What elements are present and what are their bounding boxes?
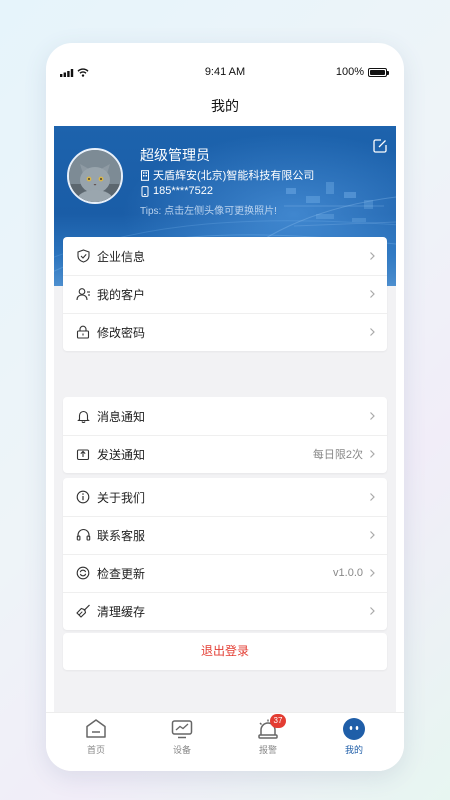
tab-label: 首页	[86, 745, 105, 755]
alarm-count-badge: 37	[270, 714, 286, 728]
menu-contact-support[interactable]: 联系客服	[63, 516, 387, 554]
company-name: 天盾辉安(北京)智能科技有限公司	[153, 170, 315, 182]
menu-label: 清理缓存	[97, 604, 146, 619]
tab-home[interactable]: 首页	[66, 717, 126, 756]
chevron-right-icon	[370, 569, 375, 577]
chevron-right-icon	[370, 412, 375, 420]
user-name: 超级管理员	[140, 147, 210, 163]
tab-profile[interactable]: 我的	[324, 717, 384, 756]
logout-button[interactable]: 退出登录	[63, 633, 387, 670]
page-title: 我的	[211, 98, 239, 114]
mobile-icon	[141, 185, 149, 197]
menu-label: 联系客服	[97, 528, 146, 543]
broom-icon	[75, 603, 91, 619]
home-icon	[84, 717, 108, 741]
profile-icon	[342, 717, 366, 741]
menu-label: 消息通知	[97, 409, 146, 424]
bell-icon	[75, 408, 91, 424]
menu-label: 企业信息	[97, 249, 146, 264]
building-icon	[141, 169, 149, 181]
battery-icon	[368, 67, 389, 77]
tab-alarms[interactable]: 37 报警	[238, 714, 298, 756]
avatar[interactable]	[67, 148, 123, 204]
tab-label: 设备	[172, 745, 191, 755]
logout-card: 退出登录	[63, 633, 387, 670]
send-icon	[75, 446, 91, 462]
menu-label: 检查更新	[97, 566, 146, 581]
device-icon	[170, 717, 194, 741]
notification-menu-card: 消息通知 发送通知 每日限2次	[63, 397, 387, 473]
customers-icon	[75, 286, 91, 302]
tab-label: 报警	[258, 745, 277, 755]
menu-message-notification[interactable]: 消息通知	[63, 397, 387, 435]
tab-devices[interactable]: 设备	[152, 717, 212, 756]
chevron-right-icon	[370, 290, 375, 298]
phone-frame: 9:41 AM 100% 我的 超级管理员 天盾辉安(北京)智能科技有限公司 1…	[46, 43, 404, 771]
battery-percent: 100%	[335, 66, 364, 78]
phone-row: 185****7522	[140, 185, 213, 197]
chevron-right-icon	[370, 493, 375, 501]
battery-group: 100%	[335, 66, 389, 78]
chevron-right-icon	[370, 328, 375, 336]
update-icon	[75, 565, 91, 581]
menu-label: 我的客户	[97, 287, 146, 302]
menu-label: 修改密码	[97, 325, 146, 340]
headset-icon	[75, 527, 91, 543]
bottom-tab-bar: 首页 设备 37 报警 我的	[46, 712, 404, 771]
shield-icon	[75, 248, 91, 264]
company-row: 天盾辉安(北京)智能科技有限公司	[140, 167, 314, 183]
chevron-right-icon	[370, 531, 375, 539]
info-icon	[75, 489, 91, 505]
send-limit-value: 每日限2次	[312, 449, 363, 461]
main-content[interactable]: 超级管理员 天盾辉安(北京)智能科技有限公司 185****7522 Tips:…	[54, 126, 396, 712]
chevron-right-icon	[370, 252, 375, 260]
menu-send-notification[interactable]: 发送通知 每日限2次	[63, 435, 387, 473]
avatar-tips: Tips: 点击左侧头像可更换照片!	[140, 206, 277, 217]
support-menu-card: 关于我们 联系客服 检查更新 v1.0.0 清理缓存	[63, 478, 387, 630]
account-menu-card: 企业信息 我的客户 修改密码	[63, 237, 387, 351]
tab-label: 我的	[344, 745, 363, 755]
alarm-icon: 37	[256, 714, 286, 741]
edit-profile-icon[interactable]	[372, 138, 388, 154]
menu-change-password[interactable]: 修改密码	[63, 313, 387, 351]
menu-check-update[interactable]: 检查更新 v1.0.0	[63, 554, 387, 592]
chevron-right-icon	[370, 607, 375, 615]
chevron-right-icon	[370, 450, 375, 458]
menu-my-customers[interactable]: 我的客户	[63, 275, 387, 313]
cat-photo-icon	[69, 150, 121, 202]
menu-enterprise-info[interactable]: 企业信息	[63, 237, 387, 275]
menu-clear-cache[interactable]: 清理缓存	[63, 592, 387, 630]
menu-label: 关于我们	[97, 490, 146, 505]
menu-label: 发送通知	[97, 447, 146, 462]
version-value: v1.0.0	[333, 567, 363, 579]
phone-number: 185****7522	[153, 185, 213, 197]
menu-about-us[interactable]: 关于我们	[63, 478, 387, 516]
lock-icon	[75, 324, 91, 340]
